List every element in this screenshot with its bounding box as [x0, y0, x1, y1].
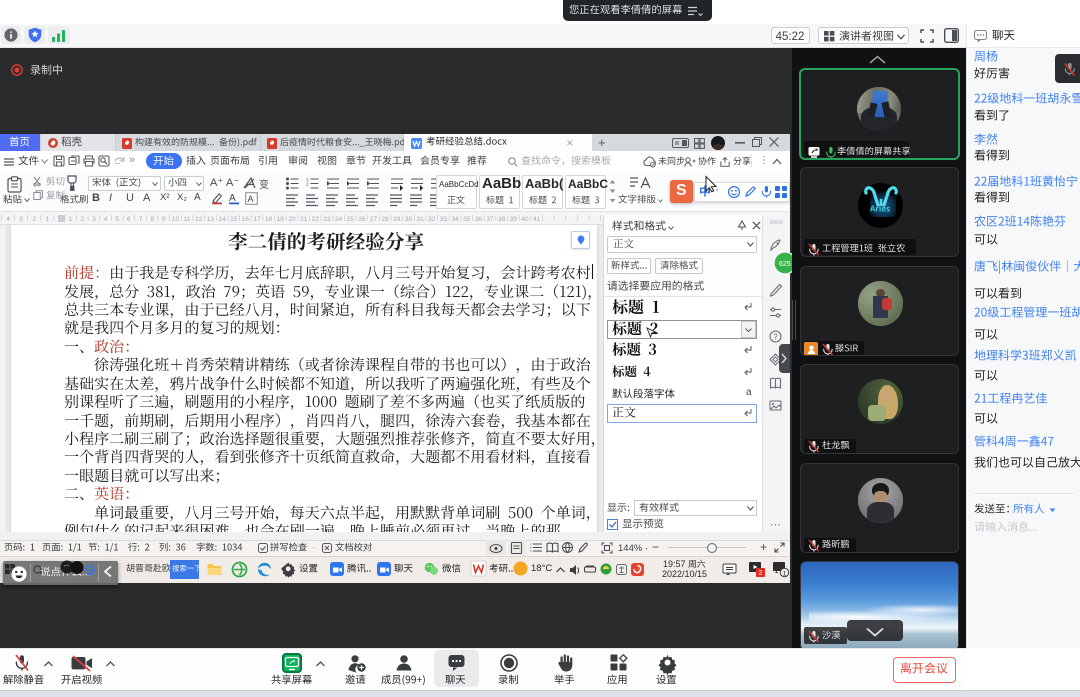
svg-text:21: 21 — [300, 216, 308, 223]
svg-text:27: 27 — [370, 216, 378, 223]
svg-text:35: 35 — [463, 216, 471, 223]
svg-text:4: 4 — [104, 216, 108, 223]
svg-text:24: 24 — [335, 216, 343, 223]
svg-text:': ' — [716, 187, 718, 199]
svg-text:23: 23 — [323, 216, 331, 223]
svg-text:28: 28 — [382, 216, 390, 223]
svg-text:5: 5 — [115, 216, 119, 223]
svg-text:26: 26 — [358, 216, 366, 223]
svg-text:1: 1 — [45, 216, 49, 223]
svg-text:29: 29 — [393, 216, 401, 223]
svg-text:7: 7 — [139, 216, 143, 223]
svg-text:20: 20 — [288, 216, 296, 223]
svg-text:36: 36 — [475, 216, 483, 223]
svg-text:40: 40 — [521, 216, 529, 223]
svg-text:12: 12 — [195, 216, 203, 223]
svg-text:11: 11 — [184, 216, 191, 223]
svg-text:4: 4 — [6, 216, 10, 223]
svg-text:16: 16 — [242, 216, 250, 223]
svg-text:6: 6 — [127, 216, 131, 223]
svg-text:1: 1 — [69, 216, 73, 223]
svg-text:2: 2 — [80, 216, 84, 223]
svg-text:32: 32 — [428, 216, 436, 223]
svg-text:625: 625 — [779, 261, 791, 268]
svg-text:19: 19 — [277, 216, 285, 223]
svg-text:1: 1 — [783, 570, 787, 577]
svg-text:?: ? — [773, 333, 778, 342]
svg-text:13: 13 — [207, 216, 215, 223]
svg-text:2: 2 — [32, 216, 36, 223]
svg-text:A: A — [248, 194, 254, 204]
svg-text:31: 31 — [416, 216, 424, 223]
svg-text:2: 2 — [759, 570, 763, 577]
svg-text:37: 37 — [486, 216, 494, 223]
svg-text:10: 10 — [172, 216, 180, 223]
svg-text:22: 22 — [312, 216, 320, 223]
svg-text:14: 14 — [218, 216, 226, 223]
svg-text:9: 9 — [162, 216, 166, 223]
svg-text:2: 2 — [306, 182, 309, 187]
svg-text:33: 33 — [440, 216, 448, 223]
svg-text:17: 17 — [253, 216, 261, 223]
svg-text:30: 30 — [405, 216, 413, 223]
svg-text:25: 25 — [347, 216, 355, 223]
svg-text:18: 18 — [265, 216, 273, 223]
svg-text:34: 34 — [451, 216, 459, 223]
svg-text:38: 38 — [498, 216, 506, 223]
svg-text:3: 3 — [19, 216, 23, 223]
svg-text:15: 15 — [230, 216, 238, 223]
svg-text:41: 41 — [533, 216, 541, 223]
svg-text:39: 39 — [510, 216, 518, 223]
svg-text:A: A — [229, 193, 236, 204]
svg-text:3: 3 — [92, 216, 96, 223]
svg-text:8: 8 — [150, 216, 154, 223]
